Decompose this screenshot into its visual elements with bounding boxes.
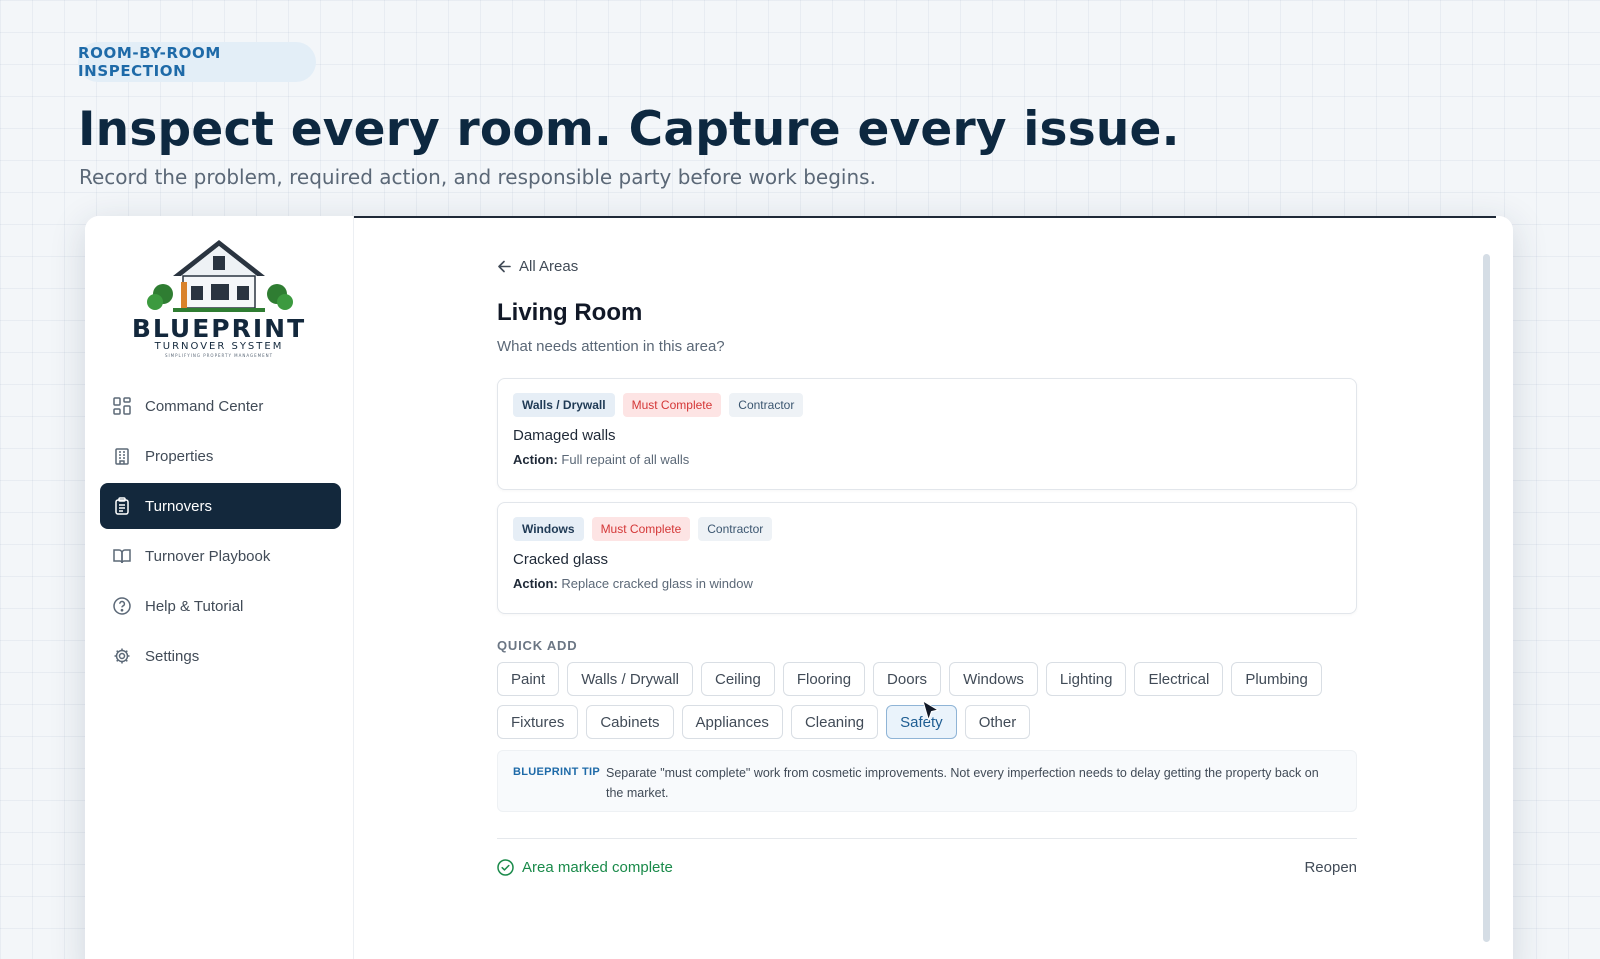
- sidebar-item-help-tutorial[interactable]: Help & Tutorial: [100, 583, 341, 629]
- issue-title: Cracked glass: [513, 551, 609, 568]
- tip-text: Separate "must complete" work from cosme…: [606, 766, 1319, 800]
- action-text: Full repaint of all walls: [561, 452, 690, 467]
- blueprint-logo[interactable]: BLUEPRINT TURNOVER SYSTEM SIMPLIFYING PR…: [111, 232, 327, 360]
- logo-wordmark: BLUEPRINT: [131, 314, 307, 343]
- blueprint-tip: BLUEPRINT TIP Separate "must complete" w…: [497, 750, 1357, 812]
- complete-label: Area marked complete: [522, 859, 673, 876]
- sidebar: BLUEPRINT TURNOVER SYSTEM SIMPLIFYING PR…: [85, 216, 354, 959]
- mouse-cursor-icon: [922, 700, 940, 722]
- quick-add-doors-button[interactable]: Doors: [873, 662, 942, 696]
- issue-title: Damaged walls: [513, 427, 616, 444]
- sidebar-item-properties[interactable]: Properties: [100, 433, 341, 479]
- logo-tagline: TURNOVER SYSTEM: [154, 341, 284, 352]
- building-icon: [112, 446, 132, 466]
- priority-badge: Must Complete: [591, 517, 691, 541]
- quick-add-other-button[interactable]: Other: [964, 705, 1031, 739]
- quick-add-windows-button[interactable]: Windows: [949, 662, 1038, 696]
- hero-eyebrow: ROOM-BY-ROOM INSPECTION: [78, 42, 316, 82]
- quick-add-label: QUICK ADD: [497, 638, 578, 653]
- sidebar-item-label: Command Center: [145, 397, 264, 415]
- party-badge: Contractor: [729, 393, 804, 417]
- issue-card[interactable]: Walls / Drywall Must Complete Contractor…: [497, 378, 1357, 490]
- book-icon: [112, 546, 132, 566]
- quick-add-appliances-button[interactable]: Appliances: [681, 705, 783, 739]
- sidebar-item-label: Properties: [145, 447, 214, 465]
- sidebar-nav: Command Center Properties Turnovers Turn…: [100, 383, 341, 683]
- back-to-all-areas-link[interactable]: All Areas: [497, 258, 578, 275]
- sidebar-item-label: Settings: [145, 647, 200, 665]
- clipboard-icon: [112, 496, 132, 516]
- logo-small-tagline: SIMPLIFYING PROPERTY MANAGEMENT: [164, 353, 274, 358]
- area-complete-status: Area marked complete: [497, 859, 673, 876]
- issue-action: Action: Replace cracked glass in window: [513, 576, 753, 591]
- back-label: All Areas: [519, 258, 579, 275]
- category-badge: Walls / Drywall: [513, 393, 615, 417]
- quick-add-lighting-button[interactable]: Lighting: [1045, 662, 1127, 696]
- quick-add-row: Paint Walls / Drywall Ceiling Flooring D…: [497, 662, 1367, 696]
- gear-icon: [112, 646, 132, 666]
- sidebar-item-label: Turnovers: [145, 497, 212, 515]
- quick-add-ceiling-button[interactable]: Ceiling: [700, 662, 775, 696]
- quick-add-paint-button[interactable]: Paint: [497, 662, 560, 696]
- category-badge: Windows: [513, 517, 584, 541]
- check-circle-icon: [497, 859, 514, 876]
- issue-action: Action: Full repaint of all walls: [513, 452, 689, 467]
- sidebar-item-label: Help & Tutorial: [145, 597, 244, 615]
- priority-badge: Must Complete: [622, 393, 722, 417]
- action-text: Replace cracked glass in window: [561, 576, 753, 591]
- quick-add-plumbing-button[interactable]: Plumbing: [1231, 662, 1322, 696]
- party-badge: Contractor: [698, 517, 773, 541]
- action-label: Action:: [513, 576, 558, 591]
- reopen-button[interactable]: Reopen: [1304, 859, 1357, 876]
- quick-add-cabinets-button[interactable]: Cabinets: [586, 705, 674, 739]
- hero-title: Inspect every room. Capture every issue.: [78, 102, 1180, 157]
- arrow-left-icon: [498, 260, 511, 273]
- help-circle-icon: [112, 596, 132, 616]
- issue-tags: Windows Must Complete Contractor: [513, 517, 780, 541]
- page-title: Living Room: [497, 299, 643, 326]
- divider: [497, 838, 1357, 839]
- tip-label: BLUEPRINT TIP: [513, 766, 601, 778]
- issue-tags: Walls / Drywall Must Complete Contractor: [513, 393, 811, 417]
- quick-add-fixtures-button[interactable]: Fixtures: [497, 705, 579, 739]
- action-label: Action:: [513, 452, 558, 467]
- grid-icon: [112, 396, 132, 416]
- sidebar-item-turnovers[interactable]: Turnovers: [100, 483, 341, 529]
- page-subtitle: What needs attention in this area?: [497, 338, 725, 355]
- sidebar-item-label: Turnover Playbook: [145, 547, 271, 565]
- quick-add-flooring-button[interactable]: Flooring: [782, 662, 866, 696]
- app-window: BLUEPRINT TURNOVER SYSTEM SIMPLIFYING PR…: [85, 216, 1513, 959]
- main-panel: All Areas Living Room What needs attenti…: [355, 216, 1513, 959]
- sidebar-item-command-center[interactable]: Command Center: [100, 383, 341, 429]
- sidebar-item-turnover-playbook[interactable]: Turnover Playbook: [100, 533, 341, 579]
- issue-card[interactable]: Windows Must Complete Contractor Cracked…: [497, 502, 1357, 614]
- hero-subtitle: Record the problem, required action, and…: [79, 165, 876, 189]
- quick-add-electrical-button[interactable]: Electrical: [1134, 662, 1224, 696]
- scrollbar[interactable]: [1483, 254, 1490, 942]
- quick-add-walls-drywall-button[interactable]: Walls / Drywall: [567, 662, 693, 696]
- quick-add-cleaning-button[interactable]: Cleaning: [790, 705, 879, 739]
- sidebar-item-settings[interactable]: Settings: [100, 633, 341, 679]
